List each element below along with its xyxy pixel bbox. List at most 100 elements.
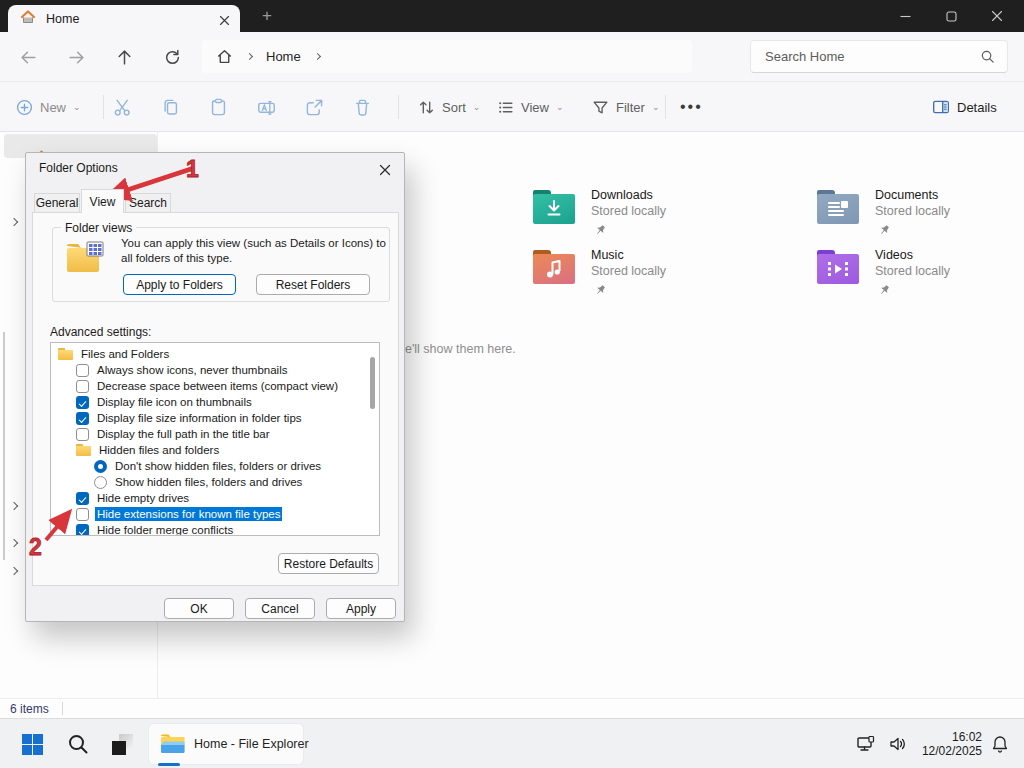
tab-view[interactable]: View	[81, 189, 124, 213]
advanced-setting-item[interactable]: Show hidden files, folders and drives	[51, 474, 379, 490]
folder-views-icon	[65, 240, 105, 280]
advanced-setting-item[interactable]: Hide folder merge conflicts	[51, 522, 379, 536]
advanced-setting-item[interactable]: Hide extensions for known file types	[51, 506, 379, 522]
tree-chevron-icon[interactable]	[10, 218, 18, 226]
advanced-setting-label: Display the full path in the title bar	[95, 427, 272, 441]
sort-button[interactable]: Sort ⌄	[418, 82, 480, 132]
cut-button[interactable]	[113, 82, 132, 132]
breadcrumb-chevron-icon[interactable]	[314, 53, 321, 60]
radio-unselected[interactable]	[94, 476, 107, 489]
paste-button[interactable]	[209, 82, 228, 132]
tile-downloads[interactable]: DownloadsStored locally	[533, 188, 813, 244]
copy-button[interactable]	[161, 82, 180, 132]
breadcrumb: Home	[202, 40, 692, 73]
up-button[interactable]	[108, 32, 140, 82]
cancel-button[interactable]: Cancel	[245, 598, 315, 619]
taskbar-search-button[interactable]	[60, 719, 96, 768]
filter-icon	[592, 99, 609, 116]
filter-button[interactable]: Filter ⌄	[592, 82, 659, 132]
volume-icon[interactable]	[888, 734, 908, 754]
checkbox-checked[interactable]	[76, 412, 89, 425]
tab-general[interactable]: General	[34, 193, 80, 213]
file-explorer-icon	[159, 731, 185, 757]
advanced-setting-item[interactable]: Hide empty drives	[51, 490, 379, 506]
apply-button[interactable]: Apply	[326, 598, 396, 619]
new-label: New	[40, 100, 66, 115]
dialog-close-icon[interactable]	[379, 162, 391, 180]
tree-chevron-icon[interactable]	[10, 567, 18, 575]
search-input[interactable]: Search Home	[750, 40, 1008, 73]
clock[interactable]: 16:02 12/02/2025	[922, 730, 982, 758]
close-button[interactable]	[974, 0, 1020, 32]
checkbox-checked[interactable]	[76, 396, 89, 409]
radio-selected[interactable]	[94, 460, 107, 473]
advanced-setting-label: Display file size information in folder …	[95, 411, 304, 425]
taskbar-app-file-explorer[interactable]: Home - File Explorer	[148, 723, 304, 765]
new-button[interactable]: New ⌄	[16, 82, 81, 132]
refresh-button[interactable]	[156, 32, 188, 82]
advanced-setting-item[interactable]: Display file size information in folder …	[51, 410, 379, 426]
minimize-button[interactable]	[882, 0, 928, 32]
delete-button[interactable]	[353, 82, 372, 132]
back-button[interactable]	[12, 32, 44, 82]
restore-defaults-button[interactable]: Restore Defaults	[278, 553, 379, 574]
cut-icon	[113, 98, 132, 117]
reset-folders-button[interactable]: Reset Folders	[256, 274, 370, 295]
checkbox-unchecked[interactable]	[76, 364, 89, 377]
apply-to-folders-button[interactable]: Apply to Folders	[123, 274, 236, 295]
new-tab-button[interactable]: +	[262, 6, 272, 26]
breadcrumb-home-icon[interactable]	[216, 48, 233, 65]
advanced-setting-item[interactable]: Don't show hidden files, folders or driv…	[51, 458, 379, 474]
advanced-setting-item[interactable]: Always show icons, never thumbnails	[51, 362, 379, 378]
tile-name: Videos	[875, 248, 913, 262]
annotation-step-1: 1	[186, 156, 199, 183]
tray-date: 12/02/2025	[922, 744, 982, 758]
ok-button[interactable]: OK	[164, 598, 234, 619]
advanced-setting-item[interactable]: Display the full path in the title bar	[51, 426, 379, 442]
checkbox-unchecked[interactable]	[76, 380, 89, 393]
tile-videos[interactable]: VideosStored locally	[817, 248, 1024, 304]
advanced-setting-item[interactable]: Files and Folders	[51, 346, 379, 362]
more-options-button[interactable]: •••	[680, 82, 703, 132]
view-label: View	[521, 100, 549, 115]
breadcrumb-chevron-icon[interactable]	[246, 53, 253, 60]
advanced-setting-item[interactable]: Display file icon on thumbnails	[51, 394, 379, 410]
maximize-button[interactable]	[928, 0, 974, 32]
search-icon	[67, 733, 89, 755]
dialog-title: Folder Options	[39, 161, 118, 175]
share-button[interactable]	[305, 82, 324, 132]
tab-close-icon[interactable]	[219, 12, 230, 30]
explorer-tab-home[interactable]: Home	[8, 5, 240, 32]
task-view-button[interactable]	[104, 719, 140, 768]
rename-button[interactable]	[257, 82, 276, 132]
file-explorer-window: Home +	[0, 0, 1024, 768]
notification-bell-icon[interactable]	[990, 734, 1010, 754]
folder-icon	[58, 348, 73, 360]
tab-search[interactable]: Search	[125, 193, 171, 213]
tree-chevron-icon[interactable]	[10, 539, 18, 547]
running-app-indicator	[158, 763, 180, 766]
checkbox-checked[interactable]	[76, 492, 89, 505]
list-scrollbar-thumb[interactable]	[370, 357, 375, 409]
tile-documents[interactable]: DocumentsStored locally	[817, 188, 1024, 244]
checkbox-checked[interactable]	[76, 524, 89, 537]
copy-icon	[161, 98, 180, 117]
details-button[interactable]: Details	[932, 82, 997, 132]
view-button[interactable]: View ⌄	[497, 82, 564, 132]
tile-status: Stored locally	[591, 204, 666, 218]
navpane-scrollbar[interactable]	[3, 332, 5, 560]
tree-chevron-icon[interactable]	[10, 502, 18, 510]
checkbox-unchecked[interactable]	[76, 508, 89, 521]
advanced-setting-item[interactable]: Decrease space between items (compact vi…	[51, 378, 379, 394]
breadcrumb-item-home[interactable]: Home	[266, 49, 301, 64]
trash-icon	[353, 98, 372, 117]
start-button[interactable]	[14, 719, 50, 768]
advanced-setting-label: Decrease space between items (compact vi…	[95, 379, 340, 393]
tile-music[interactable]: MusicStored locally	[533, 248, 813, 304]
advanced-setting-item[interactable]: Hidden files and folders	[51, 442, 379, 458]
checkbox-unchecked[interactable]	[76, 428, 89, 441]
tile-name: Music	[591, 248, 624, 262]
network-icon[interactable]	[856, 734, 876, 754]
search-icon[interactable]	[980, 49, 995, 64]
forward-button[interactable]	[60, 32, 92, 82]
